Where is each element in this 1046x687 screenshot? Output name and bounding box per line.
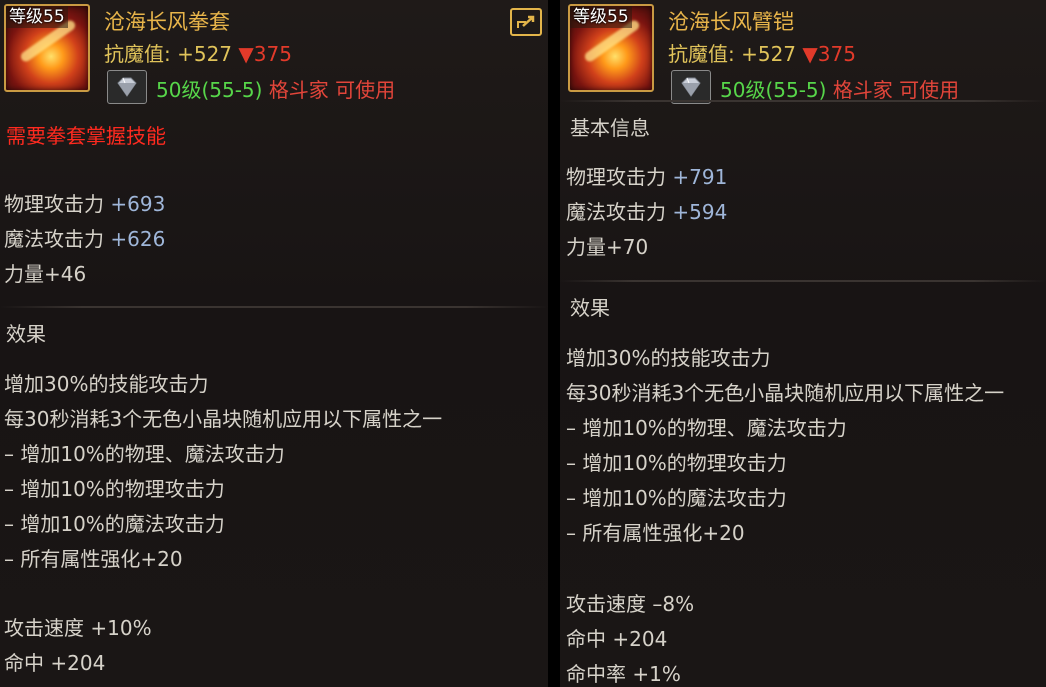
mag-attack-value: +626 xyxy=(110,227,166,251)
phys-attack-value: +791 xyxy=(672,165,728,189)
effect-line: 增加30%的技能攻击力 xyxy=(4,372,209,396)
mag-attack-value: +594 xyxy=(672,200,728,224)
req-class: 格斗家 可使用 xyxy=(268,78,396,102)
req-class: 格斗家 可使用 xyxy=(832,78,960,102)
effect-line: 每30秒消耗3个无色小晶块随机应用以下属性之一 xyxy=(566,381,1005,405)
hit-line: 命中 +204 xyxy=(566,627,668,651)
effect-header: 效果 xyxy=(6,322,46,346)
requirement-line: 50级(55-5) 格斗家 可使用 xyxy=(720,74,959,103)
resist-line: 抗魔值: +527 ▼375 xyxy=(668,38,856,67)
armguard-item-icon[interactable]: 等级55 xyxy=(568,4,654,92)
effect-line: – 所有属性强化+20 xyxy=(4,547,183,571)
resist-diff: ▼375 xyxy=(238,42,292,66)
panel-divider xyxy=(548,0,560,687)
level-badge: 等级55 xyxy=(570,6,632,28)
strength-line: 力量+46 xyxy=(4,262,87,286)
effect-line: – 所有属性强化+20 xyxy=(566,521,745,545)
diamond-gem-icon xyxy=(107,70,147,104)
item-tooltip-right: 等级55 沧海长风臂铠 抗魔值: +527 ▼375 50级(55-5) 格斗家… xyxy=(560,0,1046,687)
share-export-icon[interactable] xyxy=(510,8,542,36)
req-level: 50级(55-5) xyxy=(156,78,263,102)
mag-attack-label: 魔法攻击力 xyxy=(566,200,666,224)
resist-value: 抗魔值: +527 xyxy=(668,42,797,66)
mag-attack-line: 魔法攻击力 +626 xyxy=(4,223,165,252)
item-title: 沧海长风拳套 xyxy=(104,10,230,34)
hit-rate-line: 命中率 +1% xyxy=(566,662,681,686)
effect-line: – 增加10%的物理、魔法攻击力 xyxy=(566,416,847,440)
effect-header: 效果 xyxy=(570,296,610,320)
diamond-gem-icon xyxy=(671,70,711,104)
requirement-line: 50级(55-5) 格斗家 可使用 xyxy=(156,74,395,103)
effect-line: – 增加10%的魔法攻击力 xyxy=(4,512,225,536)
resist-diff: ▼375 xyxy=(802,42,856,66)
section-divider xyxy=(0,306,548,308)
effect-line: – 增加10%的物理、魔法攻击力 xyxy=(4,442,285,466)
req-level: 50级(55-5) xyxy=(720,78,827,102)
item-title: 沧海长风臂铠 xyxy=(668,10,794,34)
resist-line: 抗魔值: +527 ▼375 xyxy=(104,38,292,67)
item-tooltip-left: 等级55 沧海长风拳套 抗魔值: +527 ▼375 50级(55-5) 格斗家… xyxy=(0,0,548,687)
basic-info-header: 基本信息 xyxy=(570,116,650,140)
attack-speed-line: 攻击速度 –8% xyxy=(566,592,695,616)
phys-attack-line: 物理攻击力 +791 xyxy=(566,161,727,190)
mag-attack-label: 魔法攻击力 xyxy=(4,227,104,251)
effect-line: 增加30%的技能攻击力 xyxy=(566,346,771,370)
skill-warning: 需要拳套掌握技能 xyxy=(6,124,166,148)
phys-attack-line: 物理攻击力 +693 xyxy=(4,188,165,217)
gauntlet-item-icon[interactable]: 等级55 xyxy=(4,4,90,92)
hit-line: 命中 +204 xyxy=(4,651,106,675)
phys-attack-label: 物理攻击力 xyxy=(4,192,104,216)
effect-line: 每30秒消耗3个无色小晶块随机应用以下属性之一 xyxy=(4,407,443,431)
attack-speed-line: 攻击速度 +10% xyxy=(4,616,152,640)
phys-attack-value: +693 xyxy=(110,192,166,216)
section-divider xyxy=(560,280,1046,282)
level-badge: 等级55 xyxy=(6,6,68,28)
resist-value: 抗魔值: +527 xyxy=(104,42,233,66)
mag-attack-line: 魔法攻击力 +594 xyxy=(566,196,727,225)
effect-line: – 增加10%的物理攻击力 xyxy=(566,451,787,475)
phys-attack-label: 物理攻击力 xyxy=(566,165,666,189)
section-divider xyxy=(560,100,1046,102)
strength-line: 力量+70 xyxy=(566,235,649,259)
effect-line: – 增加10%的物理攻击力 xyxy=(4,477,225,501)
effect-line: – 增加10%的魔法攻击力 xyxy=(566,486,787,510)
